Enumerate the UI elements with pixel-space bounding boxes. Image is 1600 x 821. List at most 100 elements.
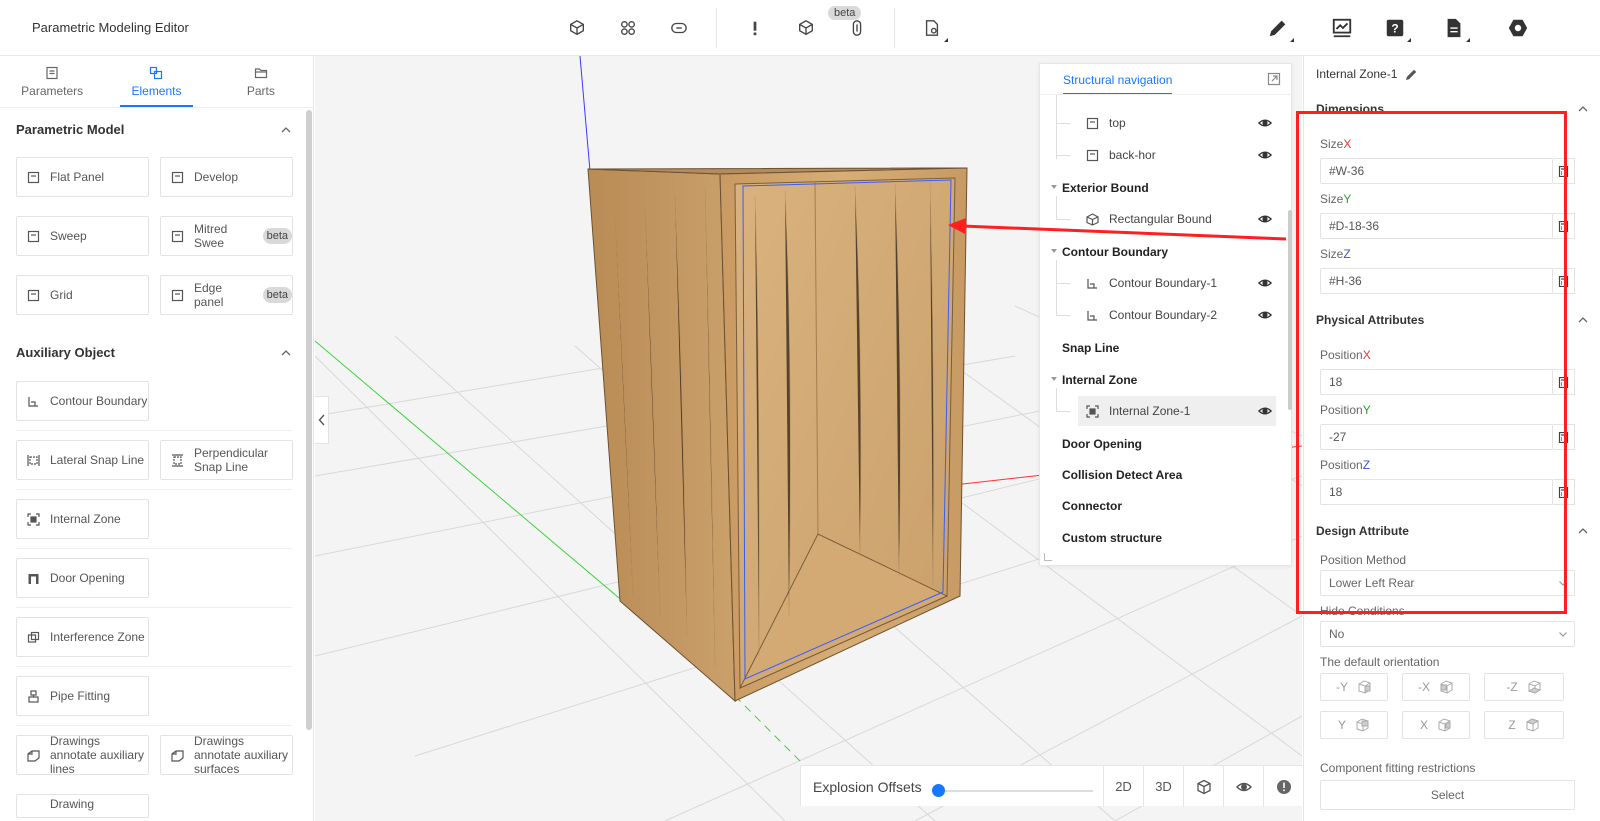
nav-group-door-opening[interactable]: Door Opening — [1062, 437, 1142, 451]
door-icon — [28, 573, 39, 584]
section-physical-attributes[interactable]: Physical Attributes — [1316, 313, 1589, 327]
calculator-icon[interactable] — [1553, 479, 1575, 505]
explosion-slider-thumb[interactable] — [932, 784, 945, 797]
position-y-input[interactable]: -27 — [1320, 424, 1553, 450]
nav-item-back-hor[interactable]: back-hor — [1078, 140, 1276, 170]
tab-parameters[interactable]: Parameters — [0, 56, 104, 107]
default-orientation-label: The default orientation — [1320, 655, 1440, 669]
element-sweep[interactable]: Sweep — [16, 216, 149, 256]
calculator-icon[interactable] — [1553, 213, 1575, 239]
nav-group-exterior-bound[interactable]: Exterior Bound — [1062, 181, 1149, 195]
explosion-slider-track[interactable] — [933, 790, 1093, 792]
orientation-y-button[interactable]: Y — [1320, 711, 1388, 739]
view-2d-button[interactable]: 2D — [1103, 766, 1143, 807]
properties-title: Internal Zone-1 — [1316, 67, 1418, 81]
nav-group-snap-line[interactable]: Snap Line — [1062, 341, 1119, 355]
element-edge-panel[interactable]: Edge panel beta — [160, 275, 293, 315]
orientation-z-button[interactable]: Z — [1484, 711, 1564, 739]
element-develop[interactable]: Develop — [160, 157, 293, 197]
eye-icon[interactable] — [1258, 308, 1272, 322]
nav-group-contour-boundary[interactable]: Contour Boundary — [1062, 245, 1168, 259]
element-contour-boundary[interactable]: Contour Boundary — [16, 381, 149, 421]
settings-hex-icon[interactable] — [1504, 14, 1532, 42]
element-grid[interactable]: Grid — [16, 275, 149, 315]
eye-icon[interactable] — [1258, 276, 1272, 290]
cube-view-icon[interactable] — [1183, 766, 1223, 807]
view-3d-button[interactable]: 3D — [1143, 766, 1183, 807]
element-pipe-fitting[interactable]: Pipe Fitting — [16, 676, 149, 716]
left-scrollbar[interactable] — [306, 110, 312, 730]
element-flat-panel[interactable]: Flat Panel — [16, 157, 149, 197]
nav-item-top[interactable]: top — [1078, 108, 1276, 138]
nav-group-custom-structure[interactable]: Custom structure — [1062, 531, 1162, 545]
select-button[interactable]: Select — [1320, 780, 1575, 810]
position-x-input[interactable]: 18 — [1320, 369, 1553, 395]
tab-elements[interactable]: Elements — [104, 56, 208, 107]
help-icon[interactable]: ? — [1381, 14, 1411, 42]
orientation-neg-x-button[interactable]: -X — [1402, 673, 1470, 701]
eye-icon[interactable] — [1258, 212, 1272, 226]
position-z-input[interactable]: 18 — [1320, 479, 1553, 505]
section-design-attribute[interactable]: Design Attribute — [1316, 524, 1589, 538]
nav-item-rectangular-bound[interactable]: Rectangular Bound — [1078, 204, 1276, 234]
nav-group-internal-zone[interactable]: Internal Zone — [1062, 373, 1137, 387]
expand-icon[interactable] — [1267, 72, 1281, 86]
size-x-input[interactable]: #W-36 — [1320, 158, 1553, 184]
panel-icon — [171, 230, 184, 242]
resize-handle[interactable] — [1044, 553, 1052, 561]
cube-grid-icon[interactable] — [563, 14, 591, 42]
element-label: Edge panel — [194, 281, 224, 309]
file-icon[interactable] — [1440, 14, 1470, 42]
eye-icon[interactable] — [1258, 116, 1272, 130]
eye-icon[interactable] — [1258, 404, 1272, 418]
nav-item-contour-boundary-1[interactable]: Contour Boundary-1 — [1078, 268, 1276, 298]
calculator-icon[interactable] — [1553, 369, 1575, 395]
section-parametric-model[interactable]: Parametric Model — [16, 122, 292, 137]
chart-icon[interactable] — [1328, 14, 1356, 42]
pencil-icon[interactable] — [1264, 14, 1294, 42]
nav-scrollbar[interactable] — [1288, 210, 1292, 410]
nav-group-connector[interactable]: Connector — [1062, 499, 1122, 513]
element-perpendicular-snap-line[interactable]: Perpendicular Snap Line — [160, 440, 293, 480]
element-annotate-surfaces[interactable]: Drawings annotate auxiliary surfaces — [160, 734, 293, 776]
nav-group-collision-detect-area[interactable]: Collision Detect Area — [1062, 468, 1182, 482]
element-drawing[interactable]: Drawing — [16, 794, 149, 818]
calculator-icon[interactable] — [1553, 268, 1575, 294]
orientation-x-button[interactable]: X — [1402, 711, 1470, 739]
element-annotate-lines[interactable]: Drawings annotate auxiliary lines — [16, 734, 149, 776]
eye-icon[interactable] — [1223, 766, 1263, 807]
nav-item-internal-zone-1[interactable]: Internal Zone-1 — [1078, 396, 1276, 426]
alert-icon[interactable] — [741, 14, 769, 42]
info-icon[interactable] — [1263, 766, 1303, 807]
tab-label: Elements — [131, 83, 182, 98]
collapse-left-panel-button[interactable] — [315, 396, 329, 444]
pencil-icon[interactable] — [1405, 68, 1418, 81]
hide-conditions-select[interactable]: No — [1320, 621, 1575, 647]
section-dimensions[interactable]: Dimensions — [1316, 102, 1589, 116]
nav-item-contour-boundary-2[interactable]: Contour Boundary-2 — [1078, 300, 1276, 330]
orientation-neg-z-button[interactable]: -Z — [1484, 673, 1564, 701]
section-title: Parametric Model — [16, 122, 125, 137]
element-interference-zone[interactable]: Interference Zone — [16, 617, 149, 657]
orientation-neg-y-button[interactable]: -Y — [1320, 673, 1388, 701]
element-lateral-snap-line[interactable]: Lateral Snap Line — [16, 440, 149, 480]
position-method-select[interactable]: Lower Left Rear — [1320, 570, 1575, 596]
size-y-input[interactable]: #D-18-36 — [1320, 213, 1553, 239]
element-door-opening[interactable]: Door Opening — [16, 558, 149, 598]
calculator-icon[interactable] — [1553, 158, 1575, 184]
document-settings-icon[interactable] — [918, 14, 948, 42]
section-auxiliary-object[interactable]: Auxiliary Object — [16, 345, 292, 360]
chevron-up-icon — [1578, 106, 1588, 112]
connector-icon[interactable] — [843, 14, 871, 42]
cube-orientation-icon — [1358, 680, 1371, 694]
cube-beta-icon[interactable] — [792, 14, 820, 42]
link-params-icon[interactable] — [665, 14, 693, 42]
eye-icon[interactable] — [1258, 148, 1272, 162]
element-internal-zone[interactable]: Internal Zone — [16, 499, 149, 539]
tab-structural-navigation[interactable]: Structural navigation — [1063, 73, 1173, 95]
calculator-icon[interactable] — [1553, 424, 1575, 450]
tab-parts[interactable]: Parts — [209, 56, 313, 107]
components-icon[interactable] — [614, 14, 642, 42]
size-z-input[interactable]: #H-36 — [1320, 268, 1553, 294]
element-mitred-sweep[interactable]: Mitred Swee beta — [160, 216, 293, 256]
